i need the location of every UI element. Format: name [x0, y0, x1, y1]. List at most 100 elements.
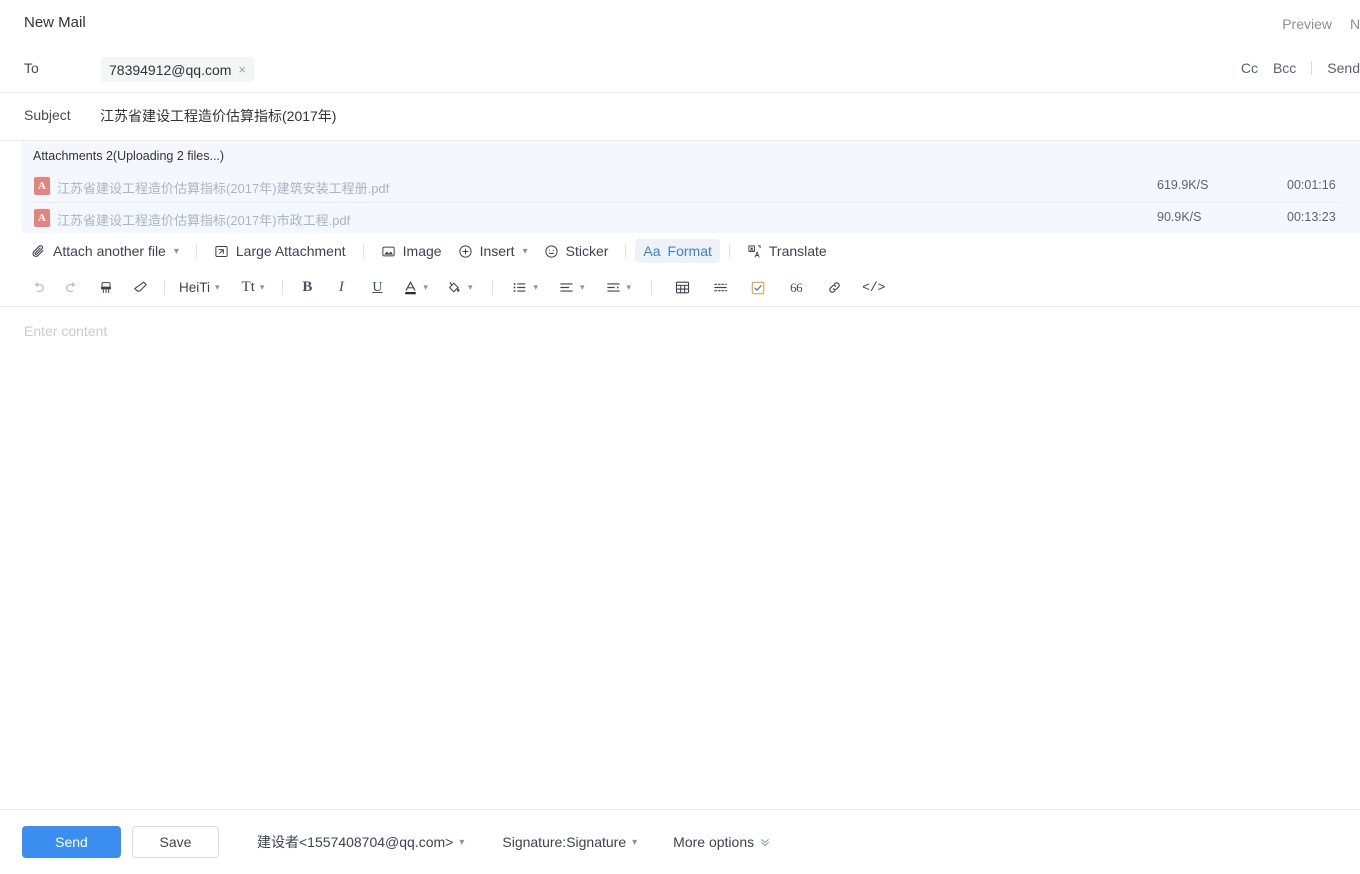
insert-button[interactable]: Insert ▾: [450, 239, 536, 263]
chevron-down-icon[interactable]: ▾: [533, 282, 538, 293]
table-icon: [674, 279, 691, 296]
pdf-file-icon: A: [34, 209, 50, 227]
more-options-label: More options: [673, 834, 755, 850]
bullet-list-selector[interactable]: ▾: [511, 279, 538, 296]
chevron-down-icon[interactable]: ▾: [459, 837, 464, 848]
attachment-name[interactable]: 江苏省建设工程造价估算指标(2017年)建筑安装工程册.pdf: [57, 178, 389, 197]
font-color-selector[interactable]: ▾: [403, 279, 428, 296]
divider: [492, 280, 494, 295]
undo-icon: [30, 280, 46, 296]
code-icon: </>: [862, 280, 886, 295]
image-icon: [381, 244, 396, 259]
paint-brush-icon: [98, 280, 114, 296]
preview-button[interactable]: Preview: [1282, 16, 1332, 32]
attachment-row[interactable]: A 江苏省建设工程造价估算指标(2017年)市政工程.pdf 90.9K/S 0…: [22, 203, 1360, 233]
sender-selector[interactable]: 建设者<1557408704@qq.com> ▾: [257, 832, 464, 852]
attachment-upload-speed: 90.9K/S: [1157, 210, 1202, 224]
link-icon: [826, 279, 843, 296]
smiley-icon: [544, 244, 559, 259]
to-row: To 78394912@qq.com × Cc Bcc Send: [0, 48, 1360, 93]
bcc-button[interactable]: Bcc: [1273, 60, 1296, 76]
page-title: New Mail: [24, 14, 86, 31]
bold-icon: B: [302, 279, 313, 295]
horizontal-rule-button[interactable]: [710, 277, 730, 299]
cc-button[interactable]: Cc: [1241, 60, 1258, 76]
remove-recipient-icon[interactable]: ×: [238, 63, 246, 76]
divider: [282, 280, 284, 295]
align-icon: [558, 279, 575, 296]
font-family-selector[interactable]: HeiTi ▾: [179, 280, 220, 295]
recipient-chip[interactable]: 78394912@qq.com ×: [101, 57, 255, 82]
save-button[interactable]: Save: [132, 826, 219, 858]
blockquote-button[interactable]: 66: [786, 277, 806, 299]
attachment-row[interactable]: A 江苏省建设工程造价估算指标(2017年)建筑安装工程册.pdf 619.9K…: [22, 171, 1360, 203]
next-button-truncated[interactable]: N: [1350, 16, 1360, 32]
attachment-toolbar: Attach another file ▾ Large Attachment I…: [0, 233, 1360, 269]
highlight-icon: [446, 279, 463, 296]
redo-button[interactable]: [62, 277, 82, 299]
image-button[interactable]: Image: [373, 239, 450, 263]
format-painter-button[interactable]: [96, 277, 116, 299]
underline-button[interactable]: U: [367, 277, 387, 299]
insert-link-button[interactable]: [824, 277, 844, 299]
attachment-upload-speed: 619.9K/S: [1157, 178, 1209, 192]
indent-selector[interactable]: ▾: [605, 279, 632, 296]
font-size-selector[interactable]: Tt ▾: [242, 279, 265, 296]
chevron-down-icon[interactable]: ▾: [632, 837, 637, 848]
bold-button[interactable]: B: [297, 277, 317, 299]
insert-label: Insert: [479, 243, 515, 259]
format-label: Format: [667, 243, 712, 259]
font-color-icon: [403, 279, 418, 296]
attachment-name[interactable]: 江苏省建设工程造价估算指标(2017年)市政工程.pdf: [57, 210, 350, 229]
paperclip-icon: [31, 244, 46, 259]
mail-body-editor[interactable]: Enter content: [0, 307, 1360, 781]
italic-icon: I: [338, 279, 344, 295]
format-button[interactable]: Aa Format: [635, 239, 720, 263]
send-to-button[interactable]: Send: [1327, 60, 1360, 76]
image-label: Image: [402, 243, 442, 259]
clear-format-button[interactable]: [130, 277, 150, 299]
chevron-down-icon[interactable]: ▾: [580, 282, 585, 293]
attach-another-file-label: Attach another file: [53, 243, 166, 259]
header-actions: Preview N: [1282, 16, 1360, 32]
body-placeholder: Enter content: [24, 323, 108, 339]
to-row-actions: Cc Bcc Send: [1241, 60, 1360, 76]
large-attachment-label: Large Attachment: [235, 243, 346, 259]
subject-input[interactable]: 江苏省建设工程造价估算指标(2017年): [100, 106, 336, 126]
pdf-file-icon: A: [34, 177, 50, 195]
divider: [195, 244, 197, 258]
attach-another-file-button[interactable]: Attach another file ▾: [23, 239, 187, 263]
font-size-value: Tt: [241, 279, 255, 295]
font-family-value: HeiTi: [179, 280, 211, 295]
redo-icon: [64, 280, 80, 296]
chevron-down-icon[interactable]: ▾: [174, 246, 179, 257]
indent-icon: [605, 279, 622, 296]
sticker-button[interactable]: Sticker: [536, 239, 617, 263]
chevron-down-icon[interactable]: ▾: [468, 282, 473, 293]
undo-button[interactable]: [28, 277, 48, 299]
format-toolbar: HeiTi ▾ Tt ▾ B I U ▾ ▾ ▾ ▾ ▾ 66 </>: [0, 269, 1360, 307]
translate-button[interactable]: Translate: [739, 239, 835, 263]
checkbox-list-button[interactable]: [748, 277, 768, 299]
chevron-down-icon[interactable]: ▾: [523, 246, 528, 257]
highlight-color-selector[interactable]: ▾: [446, 279, 473, 296]
translate-icon: [747, 244, 762, 259]
chevron-down-icon[interactable]: ▾: [423, 282, 428, 293]
divider: [651, 280, 653, 295]
signature-selector[interactable]: Signature:Signature ▾: [502, 834, 637, 850]
chevron-down-icon[interactable]: ▾: [215, 282, 220, 293]
source-code-button[interactable]: </>: [862, 277, 885, 299]
italic-button[interactable]: I: [331, 277, 351, 299]
divider: [362, 244, 364, 258]
send-button[interactable]: Send: [22, 826, 121, 858]
large-attachment-button[interactable]: Large Attachment: [206, 239, 354, 263]
double-chevron-down-icon[interactable]: [760, 837, 770, 847]
chevron-down-icon[interactable]: ▾: [260, 282, 265, 293]
insert-table-button[interactable]: [672, 277, 692, 299]
attachment-time-remaining: 00:13:23: [1287, 210, 1336, 224]
underline-icon: U: [372, 279, 383, 295]
chevron-down-icon[interactable]: ▾: [627, 282, 632, 293]
more-options-button[interactable]: More options: [673, 834, 770, 850]
plus-circle-icon: [458, 244, 473, 259]
align-selector[interactable]: ▾: [558, 279, 585, 296]
